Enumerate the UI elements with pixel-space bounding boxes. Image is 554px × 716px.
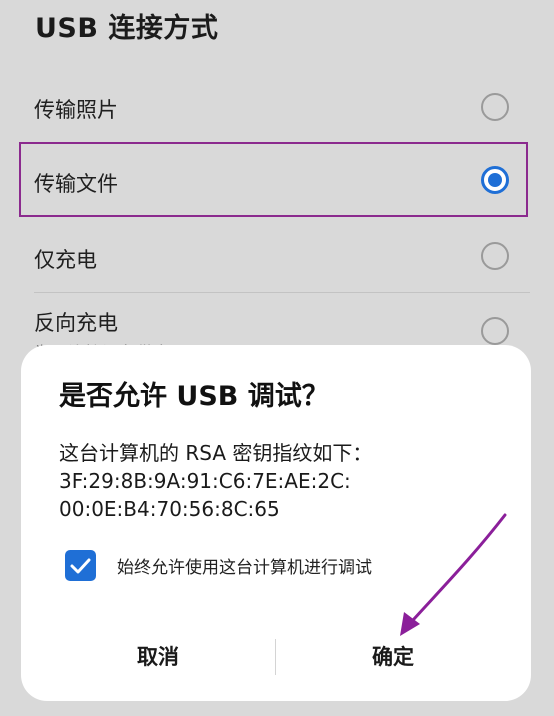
annotation-arrow-icon <box>400 513 507 636</box>
